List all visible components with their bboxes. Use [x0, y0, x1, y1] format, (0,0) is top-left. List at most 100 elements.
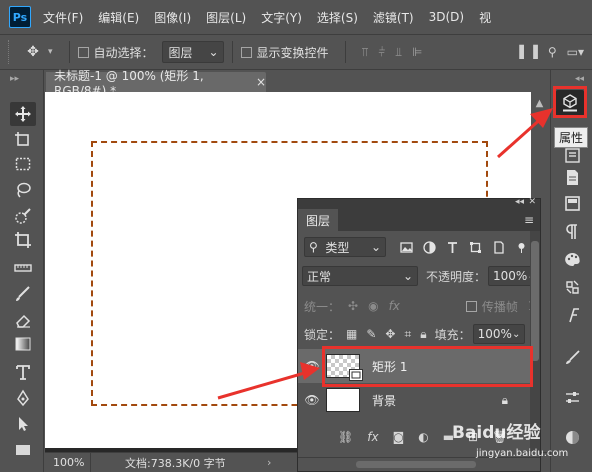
zoom-level[interactable]: 100% [45, 453, 91, 472]
panel-title-bar[interactable]: ◂◂ ✕ [298, 197, 540, 209]
glyphs-icon[interactable] [561, 276, 583, 298]
menu-select[interactable]: 选择(S) [317, 9, 358, 26]
type-tool-icon[interactable] [10, 360, 36, 384]
adjustment-filter-icon[interactable] [423, 240, 436, 254]
menu-filter[interactable]: 滤镜(T) [373, 9, 414, 26]
panel-menu-icon[interactable]: ≡ [524, 213, 534, 227]
adjustment-layer-icon[interactable]: ◐ [418, 430, 428, 444]
smart-object-filter-icon[interactable] [492, 240, 505, 254]
pixel-filter-icon[interactable] [400, 241, 413, 254]
collapse-icon[interactable]: ◂◂ [515, 197, 524, 207]
unify-position-icon[interactable]: ✣ [348, 299, 358, 313]
ruler-tool-icon[interactable] [10, 256, 36, 280]
menu-file[interactable]: 文件(F) [43, 9, 83, 26]
chevron-right-icon[interactable]: › [267, 456, 271, 469]
unify-style-icon[interactable]: fx [389, 299, 400, 313]
filter-kind-dropdown[interactable]: ⚲ 类型 ⌄ [304, 237, 386, 257]
character-style-icon[interactable] [561, 304, 583, 326]
scroll-thumb[interactable] [356, 461, 476, 468]
artboard-tool-icon[interactable] [10, 128, 36, 152]
unify-visibility-icon[interactable]: ◉ [368, 299, 378, 313]
link-layers-icon[interactable]: ⛓ [338, 430, 353, 444]
scroll-thumb[interactable] [531, 241, 539, 361]
lock-icon[interactable]: 🔒︎ [502, 393, 508, 408]
auto-select-checkbox[interactable] [77, 46, 89, 58]
chevron-down-icon: ⌄ [370, 240, 381, 254]
panel-layout-icon[interactable] [561, 192, 583, 214]
document-icon[interactable] [561, 166, 583, 188]
layers-tab-bar: 图层 ≡ [298, 209, 540, 231]
search-icon[interactable]: ⚲ [548, 45, 557, 59]
brush-settings-icon[interactable] [561, 346, 583, 368]
layer-thumbnail[interactable] [326, 388, 360, 412]
workspace-icon[interactable]: ▭▾ [567, 45, 584, 59]
quick-select-tool-icon[interactable] [10, 204, 36, 228]
gradient-tool-icon[interactable] [10, 332, 36, 356]
align-vcenter-icon[interactable]: ⫩ [378, 45, 385, 60]
lasso-tool-icon[interactable] [10, 178, 36, 202]
pen-tool-icon[interactable] [10, 386, 36, 410]
lock-artboard-icon[interactable]: ⌗ [404, 327, 411, 342]
eye-icon[interactable]: 👁︎ [298, 393, 326, 407]
show-transform-checkbox[interactable] [240, 46, 252, 58]
lock-all-icon[interactable]: 🔒︎ [420, 327, 426, 342]
show-transform-label: 显示变换控件 [256, 45, 329, 60]
adjustments-icon[interactable] [561, 386, 583, 408]
add-mask-icon[interactable]: ◙ [393, 430, 405, 444]
options-grip[interactable] [8, 40, 12, 64]
blend-mode-dropdown[interactable]: 正常 ⌄ [302, 266, 418, 286]
eraser-tool-icon[interactable] [10, 308, 36, 332]
lock-image-icon[interactable]: ✎ [366, 327, 376, 341]
layer-row-background[interactable]: 👁︎ 背景 🔒︎ [298, 383, 540, 417]
close-icon[interactable]: × [256, 75, 266, 89]
menu-layer[interactable]: 图层(L) [206, 9, 246, 26]
menu-edit[interactable]: 编辑(E) [98, 9, 139, 26]
document-tab[interactable]: 未标题-1 @ 100% (矩形 1, RGB/8#) * × [46, 69, 266, 98]
type-filter-icon[interactable] [446, 241, 459, 254]
move-tool-preset-icon[interactable]: ✥ [18, 41, 48, 63]
lock-position-icon[interactable]: ✥ [385, 327, 395, 341]
close-icon[interactable]: ✕ [528, 197, 536, 207]
fill-input[interactable]: 100% ⌄ [472, 324, 525, 344]
rectangle-tool-icon[interactable] [10, 438, 36, 462]
auto-select-label: 自动选择： [93, 45, 154, 60]
chevron-down-icon: ⌄ [208, 45, 219, 59]
align-buttons: ⫪ ⫩ ⫫ ⊫ [362, 45, 423, 60]
propagate-checkbox[interactable] [465, 300, 477, 312]
align-top-icon[interactable]: ⫪ [362, 45, 369, 60]
menu-3d[interactable]: 3D(D) [429, 10, 464, 24]
unify-row: 统一： ✣ ◉ fx 传播帧 1 [304, 297, 546, 315]
tab-layers[interactable]: 图层 [298, 209, 339, 231]
watermark-logo: Baidu经验 [452, 423, 541, 443]
collapse-icon[interactable]: ◂◂ [575, 74, 592, 84]
shape-filter-icon[interactable] [469, 241, 482, 254]
path-select-tool-icon[interactable] [10, 412, 36, 436]
styles-icon[interactable] [561, 426, 583, 448]
crop-tool-icon[interactable] [10, 228, 36, 252]
options-bar: ✥ ▾ 自动选择： 图层 ⌄ 显示变换控件 ⫪ ⫩ ⫫ ⊫ ▌▐ ⚲ ▭▾ [0, 34, 592, 70]
watermark-url: jingyan.baidu.com [476, 448, 569, 459]
collapse-icon[interactable]: ▸▸ [10, 74, 43, 84]
paragraph-icon[interactable] [561, 220, 583, 242]
layers-hscrollbar[interactable] [298, 457, 540, 471]
chevron-down-icon[interactable]: ▾ [48, 47, 53, 57]
lock-transparency-icon[interactable]: ▦ [346, 327, 357, 341]
menu-image[interactable]: 图像(I) [154, 9, 191, 26]
distribute-icon[interactable]: ▌▐ [519, 45, 537, 59]
align-left-icon[interactable]: ⊫ [412, 45, 422, 60]
layer-name[interactable]: 背景 [372, 392, 396, 409]
scroll-up-icon[interactable]: ▲ [531, 98, 548, 109]
blend-mode-value: 正常 [307, 269, 332, 284]
marquee-tool-icon[interactable] [10, 152, 36, 176]
properties-tooltip: 属性 [554, 127, 589, 148]
auto-select-dropdown[interactable]: 图层 ⌄ [161, 41, 224, 63]
filter-toggle-icon[interactable] [515, 241, 528, 254]
menu-type[interactable]: 文字(Y) [261, 9, 302, 26]
move-tool-icon[interactable] [10, 102, 36, 126]
align-bottom-icon[interactable]: ⫫ [395, 45, 402, 60]
palette-icon[interactable] [561, 248, 583, 270]
fx-icon[interactable]: fx [367, 430, 378, 444]
menu-view[interactable]: 视 [479, 9, 491, 26]
auto-select-value: 图层 [168, 45, 193, 60]
brush-tool-icon[interactable] [10, 282, 36, 306]
